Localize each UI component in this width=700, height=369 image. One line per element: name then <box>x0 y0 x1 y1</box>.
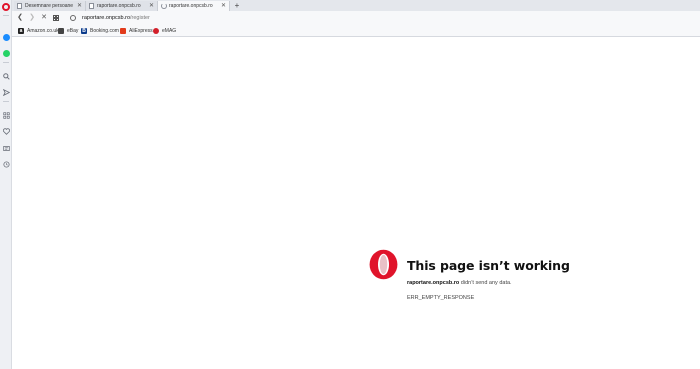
send-button[interactable] <box>1 87 11 97</box>
opera-logo-icon <box>369 249 398 280</box>
bookmark-label: Booking.com <box>90 28 119 34</box>
bookmark-ebay[interactable]: eBay <box>58 27 78 35</box>
whatsapp-button[interactable] <box>1 48 11 58</box>
address-bar[interactable]: raportare.onpcsb.ro/register <box>82 13 150 23</box>
document-icon <box>89 3 94 9</box>
sidebar-divider <box>3 62 9 63</box>
tab-title: Desemnare persoane si no <box>25 3 74 9</box>
bookmark-amazon[interactable]: a Amazon.co.uk <box>18 27 59 35</box>
ebay-icon <box>58 28 64 34</box>
emag-icon <box>153 28 159 34</box>
bookmark-emag[interactable]: eMAG <box>153 27 176 35</box>
pinboard-button[interactable] <box>1 126 11 136</box>
close-icon[interactable]: ✕ <box>149 3 154 9</box>
error-panel: This page isn’t working raportare.onpcsb… <box>369 249 649 309</box>
news-button[interactable] <box>1 143 11 153</box>
whatsapp-icon <box>2 49 10 57</box>
url-host: raportare.onpcsb.ro <box>82 15 130 21</box>
bookmark-label: Amazon.co.uk <box>27 28 59 34</box>
search-icon <box>2 72 10 80</box>
send-icon <box>2 88 10 96</box>
tab-raportare[interactable]: raportare.onpcsb.ro ✕ <box>86 1 158 11</box>
tab-title: raportare.onpcsb.ro <box>97 3 141 9</box>
aliexpress-icon <box>120 28 126 34</box>
tab-title: raportare.onpcsb.ro <box>169 3 213 9</box>
bookmark-aliexpress[interactable]: AliExpress <box>120 27 153 35</box>
history-button[interactable] <box>1 159 11 169</box>
sidebar <box>0 0 12 369</box>
amazon-icon: a <box>18 28 24 34</box>
error-code: ERR_EMPTY_RESPONSE <box>407 295 475 301</box>
loading-spinner-icon <box>161 3 167 9</box>
back-button[interactable]: ❮ <box>15 13 25 23</box>
close-icon[interactable]: ✕ <box>221 3 226 9</box>
close-icon[interactable]: ✕ <box>77 3 82 9</box>
sidebar-divider <box>3 15 9 16</box>
speed-dial-icon[interactable] <box>53 15 59 21</box>
opera-icon <box>2 3 10 11</box>
new-tab-button[interactable]: + <box>232 1 242 11</box>
history-icon <box>2 160 10 168</box>
bookmark-label: eBay <box>67 28 79 34</box>
booking-icon: B <box>81 28 87 34</box>
url-path: /register <box>130 15 150 21</box>
error-host: raportare.onpcsb.ro <box>407 280 460 286</box>
search-button[interactable] <box>1 71 11 81</box>
error-message: didn’t send any data. <box>460 280 512 286</box>
stop-button[interactable]: ✕ <box>39 13 49 23</box>
news-icon <box>2 145 10 151</box>
bookmark-label: AliExpress <box>129 28 153 34</box>
tab-strip: Desemnare persoane si no ✕ raportare.onp… <box>12 0 700 11</box>
error-description: raportare.onpcsb.ro didn’t send any data… <box>407 280 512 286</box>
bookmarks-bar: a Amazon.co.uk eBay B Booking.com AliExp… <box>12 25 700 37</box>
heart-icon <box>2 127 10 135</box>
document-icon <box>17 3 22 9</box>
forward-button[interactable]: ❯ <box>27 13 37 23</box>
messenger-icon <box>2 33 10 41</box>
error-title: This page isn’t working <box>407 258 570 273</box>
bookmark-booking[interactable]: B Booking.com <box>81 27 119 35</box>
opera-menu-button[interactable] <box>1 2 11 12</box>
tab-desemnare[interactable]: Desemnare persoane si no ✕ <box>14 1 86 11</box>
extensions-icon <box>2 111 10 119</box>
site-info-icon[interactable] <box>70 15 76 21</box>
tab-raportare-active[interactable]: raportare.onpcsb.ro ✕ <box>158 1 230 11</box>
bookmark-label: eMAG <box>162 28 177 34</box>
address-toolbar: ❮ ❯ ✕ raportare.onpcsb.ro/register <box>12 11 700 25</box>
sidebar-divider <box>3 101 9 102</box>
extensions-button[interactable] <box>1 110 11 120</box>
messenger-button[interactable] <box>1 32 11 42</box>
